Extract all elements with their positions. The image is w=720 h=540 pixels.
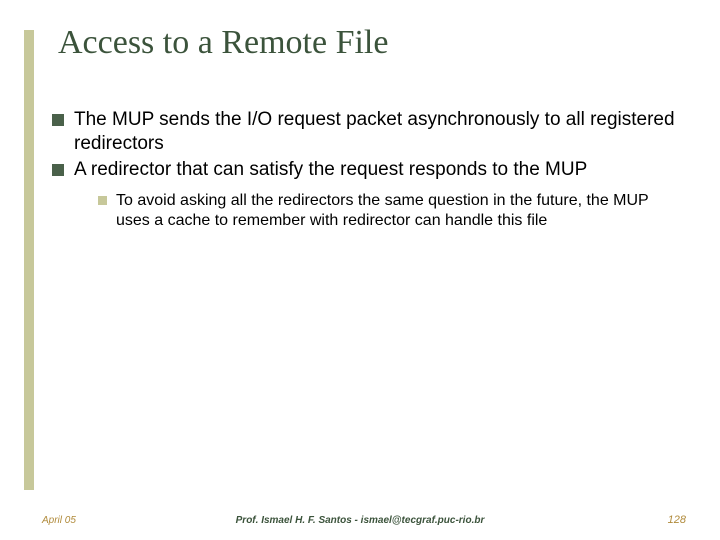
footer-author: Prof. Ismael H. F. Santos - ismael@tecgr… <box>0 515 720 526</box>
sub-bullet-group: To avoid asking all the redirectors the … <box>98 191 678 231</box>
sub-bullet-text: To avoid asking all the redirectors the … <box>116 191 678 231</box>
accent-bar <box>24 30 34 490</box>
footer-page-number: 128 <box>668 514 686 526</box>
bullet-item: The MUP sends the I/O request packet asy… <box>52 108 678 156</box>
slide-title: Access to a Remote File <box>58 24 388 62</box>
slide: Access to a Remote File The MUP sends th… <box>0 0 720 540</box>
bullet-text: A redirector that can satisfy the reques… <box>74 158 678 182</box>
square-bullet-icon <box>52 114 64 126</box>
sub-bullet-item: To avoid asking all the redirectors the … <box>98 191 678 231</box>
square-bullet-icon <box>52 164 64 176</box>
bullet-text: The MUP sends the I/O request packet asy… <box>74 108 678 156</box>
square-bullet-icon <box>98 196 107 205</box>
slide-body: The MUP sends the I/O request packet asy… <box>52 108 678 231</box>
bullet-item: A redirector that can satisfy the reques… <box>52 158 678 182</box>
slide-footer: April 05 Prof. Ismael H. F. Santos - ism… <box>0 506 720 526</box>
